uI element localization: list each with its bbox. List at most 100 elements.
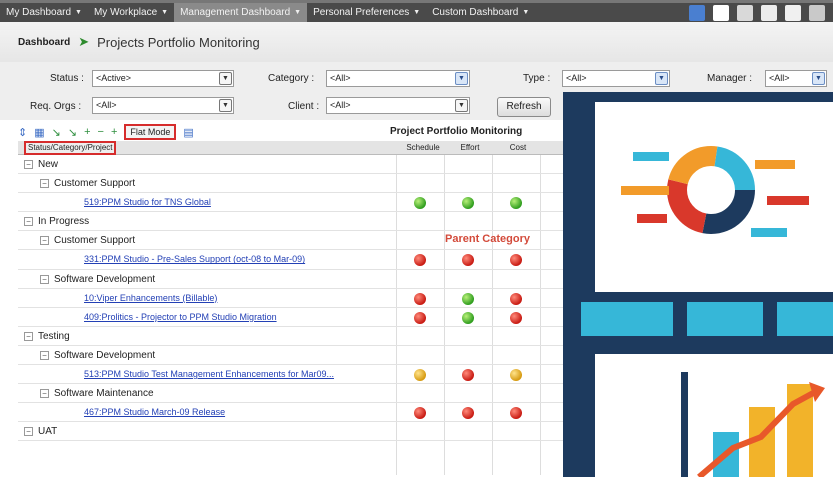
collapse-toggle-icon[interactable]: −: [24, 331, 33, 341]
expand-icon[interactable]: ↘: [52, 126, 61, 139]
project-link[interactable]: 467:PPM Studio March-09 Release: [84, 407, 225, 417]
table-row[interactable]: − Customer Support: [18, 174, 563, 194]
column-header-cost[interactable]: Cost: [494, 143, 542, 152]
manager-value: <All>: [769, 73, 790, 83]
divider-gap: [673, 302, 687, 342]
collapse-toggle-icon[interactable]: −: [24, 160, 33, 169]
column-header-effort[interactable]: Effort: [446, 143, 494, 152]
collapse-toggle-icon[interactable]: −: [40, 236, 49, 246]
status-group-label: New: [38, 159, 59, 170]
cost-status-indicator: [510, 369, 522, 382]
category-label: Software Development: [54, 349, 156, 361]
collapse-toggle-icon[interactable]: −: [40, 389, 49, 399]
collapse-toggle-icon[interactable]: −: [24, 217, 33, 227]
page-title: Projects Portfolio Monitoring: [97, 34, 260, 50]
table-row[interactable]: − In Progress: [18, 212, 563, 232]
legend-bar: [633, 152, 669, 161]
status-group-label: Testing: [38, 330, 70, 342]
schedule-status-indicator: [414, 311, 426, 324]
grid-header: Status/Category/Project Schedule Effort …: [18, 141, 563, 155]
chevron-down-icon: ▼: [161, 9, 169, 16]
parent-category-annotation: Parent Category: [445, 233, 530, 245]
sort-icon[interactable]: ⇕: [18, 126, 27, 139]
portfolio-grid: Status/Category/Project Schedule Effort …: [18, 141, 563, 475]
save-icon[interactable]: [689, 5, 705, 21]
table-row[interactable]: 10:Viper Enhancements (Billable): [18, 289, 563, 308]
table-row[interactable]: − New: [18, 155, 563, 175]
chevron-down-icon[interactable]: ▼: [455, 99, 468, 112]
remove-icon[interactable]: −: [98, 126, 104, 138]
project-link[interactable]: 513:PPM Studio Test Management Enhanceme…: [84, 369, 334, 379]
status-select[interactable]: <Active> ▼: [92, 70, 234, 87]
chevron-down-icon[interactable]: ▼: [812, 72, 825, 85]
category-select[interactable]: <All> ▼: [326, 70, 470, 87]
table-row[interactable]: − Testing: [18, 327, 563, 346]
type-select[interactable]: <All> ▼: [562, 70, 670, 87]
chevron-down-icon: ▼: [294, 9, 302, 16]
table-row[interactable]: 513:PPM Studio Test Management Enhanceme…: [18, 365, 563, 385]
table-row[interactable]: 409:Prolitics - Projector to PPM Studio …: [18, 308, 563, 327]
schedule-status-indicator: [414, 197, 426, 210]
nav-custom-dashboard[interactable]: Custom Dashboard ▼: [426, 3, 535, 22]
nav-personal-preferences[interactable]: Personal Preferences ▼: [307, 3, 426, 22]
nav-management-dashboard[interactable]: Management Dashboard ▼: [174, 3, 308, 22]
project-link[interactable]: 10:Viper Enhancements (Billable): [84, 293, 217, 303]
breadcrumb[interactable]: Dashboard: [18, 37, 70, 48]
export-icon[interactable]: ▤: [183, 126, 193, 139]
category-label: Category :: [268, 73, 315, 84]
project-link[interactable]: 409:Prolitics - Projector to PPM Studio …: [84, 312, 277, 322]
table-row[interactable]: − Software Development: [18, 346, 563, 366]
flat-mode-button[interactable]: Flat Mode: [124, 124, 177, 140]
chevron-down-icon[interactable]: ▼: [219, 72, 232, 85]
cost-status-indicator: [510, 197, 522, 210]
list-icon[interactable]: [785, 5, 801, 21]
chevron-down-icon[interactable]: ▼: [455, 72, 468, 85]
collapse-toggle-icon[interactable]: −: [40, 179, 49, 189]
project-link[interactable]: 331:PPM Studio - Pre-Sales Support (oct-…: [84, 254, 305, 264]
top-nav: My Dashboard ▼ My Workplace ▼ Management D…: [0, 0, 833, 22]
client-select[interactable]: <All> ▼: [326, 97, 470, 114]
column-header-schedule[interactable]: Schedule: [399, 143, 447, 152]
refresh-button[interactable]: Refresh: [497, 97, 551, 117]
grid-icon[interactable]: [737, 5, 753, 21]
table-row[interactable]: − UAT: [18, 422, 563, 442]
help-icon[interactable]: [809, 5, 825, 21]
dashboard-illustration: [563, 92, 833, 477]
document-icon[interactable]: [713, 5, 729, 21]
table-row[interactable]: − Software Maintenance: [18, 384, 563, 404]
status-group-label: In Progress: [38, 216, 90, 228]
table-row[interactable]: 467:PPM Studio March-09 Release: [18, 403, 563, 423]
add-icon[interactable]: +: [84, 126, 90, 138]
legend-bar: [621, 186, 669, 195]
legend-bar: [755, 160, 795, 169]
plus-icon[interactable]: +: [111, 126, 117, 138]
category-label: Customer Support: [54, 178, 136, 190]
project-link[interactable]: 519:PPM Studio for TNS Global: [84, 197, 211, 207]
column-header-project[interactable]: Status/Category/Project: [24, 141, 117, 155]
collapse-toggle-icon[interactable]: −: [40, 350, 49, 360]
bar-chart-axis: [681, 372, 688, 477]
type-label: Type :: [523, 73, 551, 84]
nav-my-dashboard[interactable]: My Dashboard ▼: [0, 3, 88, 22]
chevron-down-icon[interactable]: ▼: [219, 99, 232, 112]
schedule-status-indicator: [414, 292, 426, 305]
tree-icon[interactable]: ▦: [34, 126, 44, 139]
collapse-toggle-icon[interactable]: −: [40, 274, 49, 284]
req-orgs-select[interactable]: <All> ▼: [92, 97, 234, 114]
nav-my-workplace[interactable]: My Workplace ▼: [88, 3, 174, 22]
status-group-label: UAT: [38, 426, 58, 438]
effort-status-indicator: [462, 311, 474, 324]
nav-toolbar: [689, 5, 825, 21]
effort-status-indicator: [462, 254, 474, 267]
table-row[interactable]: 331:PPM Studio - Pre-Sales Support (oct-…: [18, 250, 563, 270]
table-row[interactable]: 519:PPM Studio for TNS Global: [18, 193, 563, 213]
table-row[interactable]: − Software Development: [18, 270, 563, 289]
effort-status-indicator: [462, 369, 474, 382]
manager-select[interactable]: <All> ▼: [765, 70, 827, 87]
nav-label: My Dashboard: [6, 7, 72, 18]
type-value: <All>: [566, 73, 587, 83]
chevron-down-icon[interactable]: ▼: [655, 72, 668, 85]
collapse-icon[interactable]: ↘: [68, 126, 77, 139]
collapse-toggle-icon[interactable]: −: [24, 427, 33, 437]
page-icon[interactable]: [761, 5, 777, 21]
